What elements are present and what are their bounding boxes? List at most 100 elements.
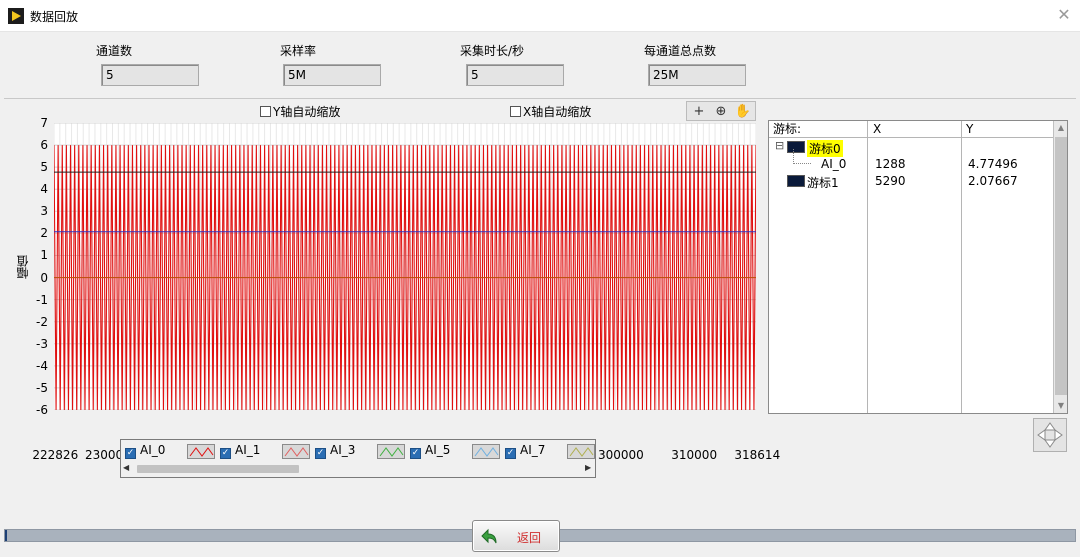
crosshair-icon[interactable]: + — [689, 103, 709, 120]
duration-field[interactable]: 5 — [466, 64, 564, 86]
x-autoscale-checkbox[interactable] — [510, 106, 521, 117]
cursor-table-scrollbar[interactable]: ▲ ▼ — [1053, 121, 1067, 413]
y-tick-label: 4 — [40, 182, 48, 197]
legend-swatch-line — [189, 447, 214, 457]
graph-panel: Y轴自动缩放 X轴自动缩放 + ⊕ ✋ 幅值 7 6 5 4 3 2 1 0 -1 -2 -3 -4-… — [4, 100, 1076, 510]
plot-area[interactable] — [53, 122, 757, 411]
legend-label: AI_1 — [235, 443, 261, 457]
total-points-field[interactable]: 25M — [648, 64, 746, 86]
tree-expander-icon[interactable]: ⊟ — [775, 139, 784, 152]
return-arrow-icon — [481, 528, 497, 544]
x-tick-label: 222826 — [32, 448, 79, 462]
param-label: 通道数 — [96, 44, 133, 58]
client-area: 通道数 5 采样率 5M 采集时长/秒 5 每通道总点数 25M Y轴自动缩放 … — [0, 32, 1080, 557]
sample-rate-field[interactable]: 5M — [283, 64, 381, 86]
cursor-y-value[interactable]: 2.07667 — [968, 174, 1018, 188]
x-autoscale-toggle[interactable]: X轴自动缩放 — [510, 103, 591, 120]
legend-swatch[interactable] — [187, 444, 215, 459]
close-icon[interactable]: ✕ — [1052, 4, 1076, 26]
y-col-header: Y — [966, 122, 974, 136]
legend-swatch-line — [474, 447, 499, 457]
y-tick-label: 2 — [40, 226, 48, 241]
legend-item[interactable]: ✓ AI_0 — [125, 443, 165, 459]
legend-checkbox[interactable]: ✓ — [220, 448, 231, 459]
legend-swatch[interactable] — [282, 444, 310, 459]
scroll-down-icon[interactable]: ▼ — [1056, 401, 1066, 410]
y-tick-label: 0 — [40, 270, 48, 285]
scroll-left-icon[interactable]: ◀ — [123, 463, 129, 472]
progress-mark — [5, 530, 7, 541]
channel-count-field[interactable]: 5 — [101, 64, 199, 86]
y-tick-label: -5 — [36, 380, 48, 395]
legend-checkbox[interactable]: ✓ — [505, 448, 516, 459]
cursor-name[interactable]: 游标0 — [807, 140, 843, 157]
column-divider — [961, 121, 962, 413]
param-label: 采集时长/秒 — [460, 44, 525, 58]
legend-item[interactable]: ✓ AI_7 — [505, 443, 545, 459]
pan-hand-icon[interactable]: ✋ — [733, 103, 753, 120]
legend-scroll-thumb[interactable] — [137, 465, 299, 473]
cursor-x-value[interactable]: 5290 — [875, 174, 906, 188]
y-tick-label: -3 — [36, 336, 48, 351]
legend-label: AI_0 — [140, 443, 166, 457]
title-bar: 数据回放 ✕ — [0, 0, 1080, 32]
legend-item[interactable]: ✓ AI_3 — [315, 443, 355, 459]
y-tick-label: 3 — [40, 204, 48, 219]
x-tick-label: 300000 — [597, 448, 644, 462]
legend-swatch-line — [569, 447, 594, 457]
scroll-right-icon[interactable]: ▶ — [585, 463, 591, 472]
scroll-up-icon[interactable]: ▲ — [1056, 123, 1066, 132]
legend-swatch-line — [379, 447, 404, 457]
x-tick-label: 318614 — [734, 448, 781, 462]
cursor-name[interactable]: 游标1 — [807, 174, 839, 191]
labview-app-icon — [8, 8, 24, 24]
cursor-table-scroll-thumb[interactable] — [1055, 137, 1067, 395]
param-label: 每通道总点数 — [644, 44, 717, 58]
legend-swatch[interactable] — [567, 444, 595, 459]
back-button[interactable]: 返回 — [472, 520, 560, 552]
y-autoscale-label: Y轴自动缩放 — [273, 105, 341, 119]
legend-label: AI_3 — [330, 443, 356, 457]
y-tick-label: 6 — [40, 138, 48, 153]
x-tick-label: 310000 — [671, 448, 718, 462]
legend-item[interactable]: ✓ AI_5 — [410, 443, 450, 459]
header-divider — [769, 137, 1053, 138]
x-autoscale-label: X轴自动缩放 — [523, 105, 592, 119]
legend-swatch[interactable] — [472, 444, 500, 459]
cursor-x-value[interactable]: 1288 — [875, 157, 906, 171]
cursor-graphic-icon — [787, 175, 805, 187]
waveform-chart — [53, 122, 757, 411]
y-tick-label: -6 — [36, 403, 48, 417]
legend-label: AI_7 — [520, 443, 546, 457]
legend-checkbox[interactable]: ✓ — [410, 448, 421, 459]
y-tick-label: -1 — [36, 292, 48, 307]
x-col-header: X — [873, 122, 882, 136]
y-tick-label: -2 — [36, 314, 48, 329]
y-tick-label: -4 — [36, 358, 48, 373]
cursor-y-value[interactable]: 4.77496 — [968, 157, 1018, 171]
column-divider — [867, 121, 868, 413]
y-autoscale-checkbox[interactable] — [260, 106, 271, 117]
y-tick-label: 5 — [40, 160, 48, 175]
legend-swatch[interactable] — [377, 444, 405, 459]
cursor-table: 游标: X Y ⊟ 游标0 AI_0 1288 4.77496 游标1 5290 2.0766… — [768, 120, 1068, 414]
plot-legend: ✓ AI_0 ✓ AI_1 ✓ AI_3 ✓ AI_5 ✓ AI_7 ◀ ▶ — [120, 439, 596, 478]
legend-label: AI_5 — [425, 443, 451, 457]
param-panel: 通道数 5 采样率 5M 采集时长/秒 5 每通道总点数 25M — [4, 34, 1076, 99]
diamond-arrows-icon — [1037, 422, 1063, 448]
graph-palette: + ⊕ ✋ — [686, 101, 756, 121]
legend-checkbox[interactable]: ✓ — [125, 448, 136, 459]
cursor-name[interactable]: AI_0 — [821, 157, 846, 171]
tree-connector — [793, 149, 811, 164]
y-autoscale-toggle[interactable]: Y轴自动缩放 — [260, 103, 340, 120]
zoom-icon[interactable]: ⊕ — [711, 103, 731, 120]
legend-checkbox[interactable]: ✓ — [315, 448, 326, 459]
legend-item[interactable]: ✓ AI_1 — [220, 443, 260, 459]
legend-scrollbar[interactable]: ◀ ▶ — [123, 463, 593, 475]
cursor-col-header: 游标: — [773, 122, 802, 136]
y-tick-label: 7 — [40, 116, 48, 130]
cursor-move-control[interactable] — [1033, 418, 1067, 452]
param-label: 采样率 — [280, 44, 317, 58]
y-tick-label: 1 — [40, 248, 48, 263]
window-title: 数据回放 — [30, 10, 79, 24]
